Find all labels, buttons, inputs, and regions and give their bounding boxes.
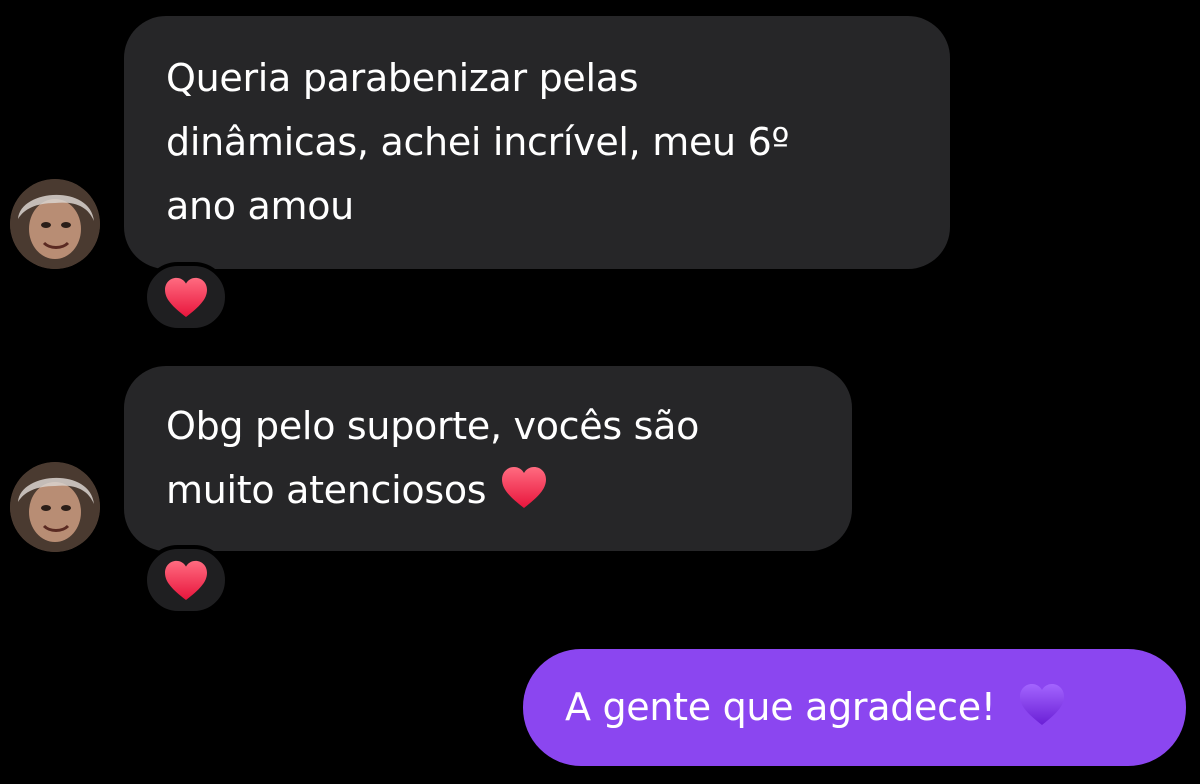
message-text-line: Obg pelo suporte, vocês são bbox=[166, 404, 700, 448]
red-heart-icon bbox=[500, 465, 548, 509]
message-text-line: dinâmicas, achei incrível, meu 6º bbox=[166, 120, 790, 164]
contact-avatar[interactable] bbox=[10, 462, 100, 552]
incoming-message-bubble[interactable]: Obg pelo suporte, vocês são muito atenci… bbox=[124, 366, 852, 551]
message-text-line: Queria parabenizar pelas bbox=[166, 56, 639, 100]
message-text-line: ano amou bbox=[166, 184, 354, 228]
contact-avatar[interactable] bbox=[10, 179, 100, 269]
message-reaction[interactable] bbox=[143, 545, 229, 615]
chat-area: Queria parabenizar pelas dinâmicas, ache… bbox=[0, 0, 1200, 784]
message-text: A gente que agradece! bbox=[565, 685, 996, 729]
incoming-message-bubble[interactable]: Queria parabenizar pelas dinâmicas, ache… bbox=[124, 16, 950, 269]
red-heart-icon bbox=[163, 276, 209, 318]
message-reaction[interactable] bbox=[143, 262, 229, 332]
message-text-line: muito atenciosos bbox=[166, 458, 810, 522]
outgoing-message-bubble[interactable]: A gente que agradece! bbox=[523, 649, 1186, 766]
red-heart-icon bbox=[163, 559, 209, 601]
purple-heart-icon bbox=[1018, 682, 1066, 726]
